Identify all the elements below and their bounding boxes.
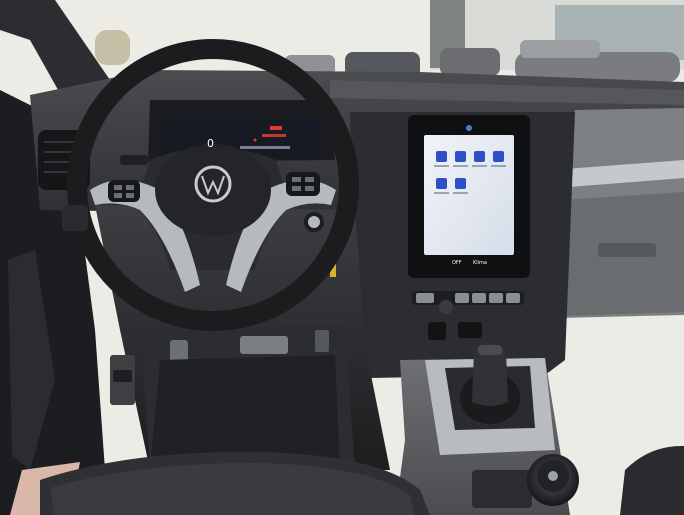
- volume-knob[interactable]: [439, 300, 453, 314]
- glovebox-handle: [598, 243, 656, 257]
- control-button[interactable]: [472, 293, 486, 303]
- screen-bottom-left-label[interactable]: OFF: [452, 261, 462, 266]
- usb-port: [428, 322, 446, 340]
- console-tray: [472, 470, 532, 508]
- app-icon[interactable]: [455, 151, 466, 162]
- turn-signal-stalk[interactable]: [120, 155, 148, 165]
- brake-pedal-arm: [315, 330, 329, 352]
- cluster-red-bar: [262, 134, 286, 137]
- warning-light: [270, 126, 282, 130]
- control-button[interactable]: [455, 293, 469, 303]
- cluster-message-bar: [240, 146, 290, 149]
- power-socket: [458, 322, 482, 338]
- right-wheel-buttons[interactable]: [286, 172, 320, 196]
- app-icon[interactable]: [474, 151, 485, 162]
- left-wheel-controls: [108, 180, 140, 202]
- hazard-button[interactable]: [416, 293, 434, 303]
- infotainment-bottom-bar: [414, 257, 524, 275]
- app-icon[interactable]: [493, 151, 504, 162]
- app-icon[interactable]: [455, 178, 466, 189]
- control-button[interactable]: [489, 293, 503, 303]
- airbag-cover: [155, 144, 271, 236]
- knob-indicator: [548, 471, 558, 481]
- camera-dot: [466, 125, 472, 131]
- accelerator-pedal: [240, 336, 288, 354]
- car-interior-photo: 0 OFF Klima: [0, 0, 684, 515]
- screen-bottom-center-label[interactable]: Klima: [473, 261, 487, 266]
- left-wheel-buttons[interactable]: [108, 180, 140, 202]
- cluster-speed-readout: 0: [207, 137, 214, 150]
- right-wheel-controls: [286, 172, 320, 196]
- shifter-top: [478, 345, 502, 355]
- tree: [95, 30, 130, 65]
- photo-canvas: [0, 0, 684, 515]
- app-icon[interactable]: [436, 151, 447, 162]
- app-icon[interactable]: [436, 178, 447, 189]
- control-button[interactable]: [506, 293, 520, 303]
- light-switch-panel[interactable]: [62, 205, 88, 231]
